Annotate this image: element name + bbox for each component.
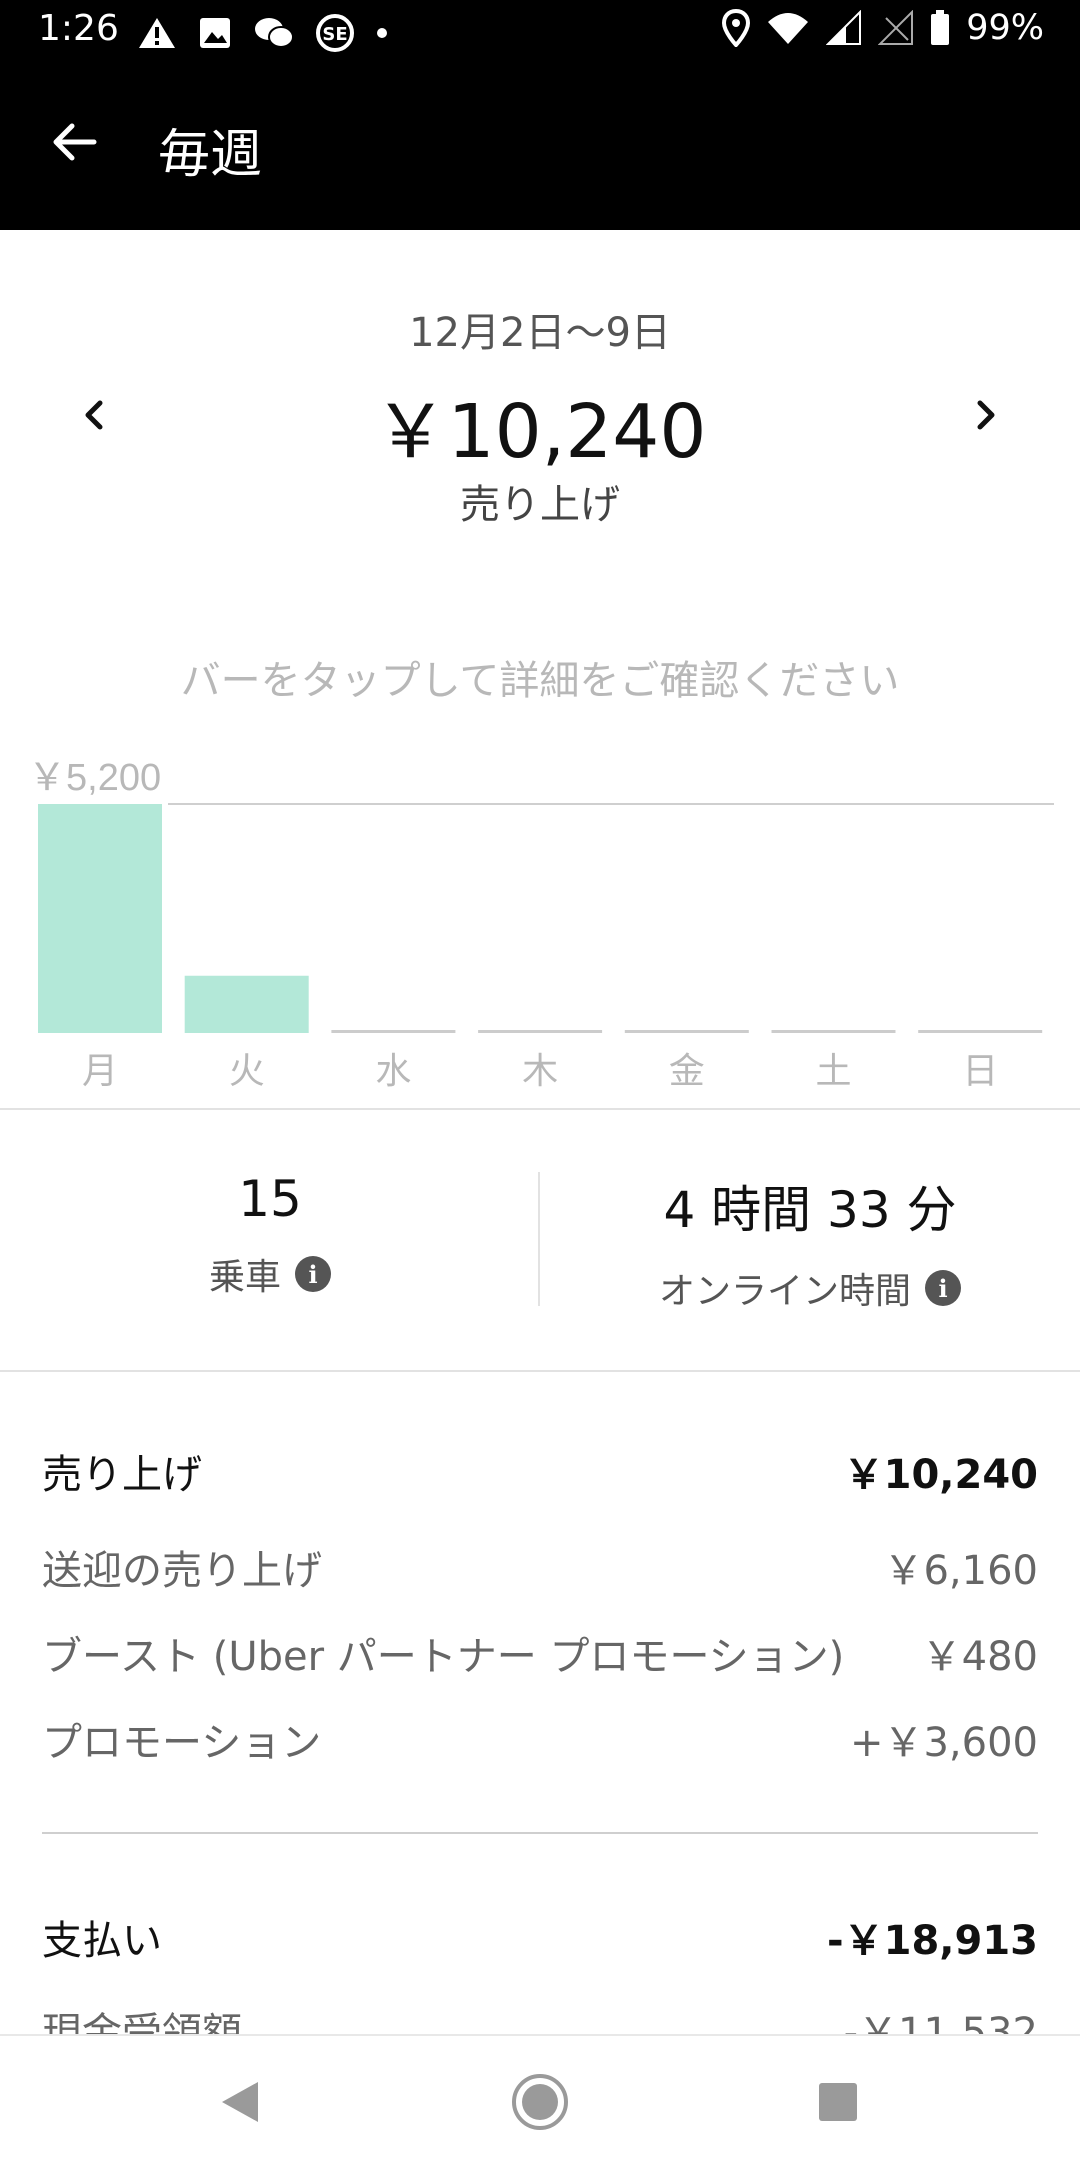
item-label: ブースト (Uber パートナー プロモーション) <box>42 1634 845 1680</box>
next-week-button[interactable] <box>956 385 1016 445</box>
info-icon[interactable]: i <box>925 1270 961 1306</box>
trips-value: 15 <box>238 1170 302 1228</box>
location-icon <box>722 9 751 47</box>
system-nav-bar <box>0 2034 1080 2160</box>
item-amount: +￥3,600 <box>849 1720 1038 1766</box>
nav-recents-button[interactable] <box>808 2072 868 2132</box>
app-icon: SE <box>316 14 354 52</box>
dot-icon <box>377 28 387 38</box>
earnings-item-boost[interactable]: ブースト (Uber パートナー プロモーション) ￥480 <box>42 1624 1038 1682</box>
divider <box>0 1370 1080 1372</box>
warning-icon <box>139 18 175 48</box>
page-title: 毎週 <box>158 125 263 185</box>
status-time: 1:26 <box>38 8 119 49</box>
status-bar: 1:26 SE 99% <box>0 0 1080 64</box>
online-time-label: オンライン時間 <box>658 1271 911 1312</box>
item-label: 送迎の売り上げ <box>42 1548 322 1594</box>
section-divider <box>42 1832 1038 1834</box>
battery-level: 99% <box>966 8 1044 48</box>
item-amount: ￥6,160 <box>883 1548 1038 1594</box>
chart-bar[interactable] <box>478 1030 603 1033</box>
back-button[interactable] <box>44 112 104 172</box>
total-earnings: ￥10,240 <box>373 389 707 475</box>
info-icon[interactable]: i <box>295 1256 331 1292</box>
circle-home-icon <box>512 2074 568 2130</box>
divider <box>0 1108 1080 1110</box>
online-time-stat: 4 時間 33 分 オンライン時間 i <box>560 1170 1060 1314</box>
earnings-row[interactable]: 売り上げ ￥10,240 <box>42 1442 1038 1500</box>
chart-bar[interactable] <box>918 1030 1043 1033</box>
nav-back-button[interactable] <box>210 2072 270 2132</box>
payout-row[interactable]: 支払い -￥18,913 <box>42 1908 1038 1966</box>
chart-bar[interactable] <box>331 1030 456 1033</box>
chart-tick-label: 木 <box>522 1051 558 1092</box>
earnings-item-promotion[interactable]: プロモーション +￥3,600 <box>42 1710 1038 1768</box>
svg-text:SE: SE <box>322 24 347 45</box>
status-left-icons: SE <box>138 14 388 52</box>
chart-bar[interactable] <box>38 804 162 1033</box>
online-time-value: 4 時間 33 分 <box>663 1181 957 1239</box>
status-right-icons: 99% <box>722 8 1044 48</box>
app-bar: 毎週 <box>0 64 1080 230</box>
total-earnings-label: 売り上げ <box>460 482 620 528</box>
chart-tick-label: 火 <box>229 1051 265 1092</box>
item-label: プロモーション <box>42 1720 322 1766</box>
trips-stat: 15 乗車 i <box>40 1170 500 1300</box>
chart-bar[interactable] <box>184 975 309 1033</box>
earnings-label: 売り上げ <box>42 1452 202 1498</box>
nav-home-button[interactable] <box>510 2072 570 2132</box>
square-recents-icon <box>819 2083 857 2121</box>
payout-label: 支払い <box>42 1918 162 1964</box>
stats-separator <box>538 1172 540 1306</box>
date-range: 12月2日〜9日 <box>409 310 671 356</box>
online-time-label-row: オンライン時間 i <box>560 1262 1060 1314</box>
chart-tick-label: 月 <box>82 1051 118 1092</box>
wechat-icon <box>255 18 294 48</box>
arrow-left-icon <box>53 123 97 161</box>
wifi-icon <box>768 13 809 44</box>
signal-empty-icon <box>878 10 914 45</box>
chart-tick-label: 水 <box>375 1051 411 1092</box>
chart-hint: バーをタップして詳細をご確認ください <box>180 658 900 704</box>
earnings-amount: ￥10,240 <box>843 1452 1038 1498</box>
chevron-right-icon <box>977 400 995 430</box>
payout-amount: -￥18,913 <box>827 1918 1038 1964</box>
chart-bar[interactable] <box>771 1030 896 1033</box>
earnings-item-fares[interactable]: 送迎の売り上げ ￥6,160 <box>42 1538 1038 1596</box>
reference-label: ￥5,200 <box>28 757 161 799</box>
chart-tick-label: 日 <box>962 1051 998 1092</box>
chart-svg: ￥5,200 月 火 水 木 金 土 日 <box>28 757 1054 1092</box>
chart-tick-label: 金 <box>669 1051 705 1092</box>
chart-tick-label: 土 <box>815 1051 851 1092</box>
item-amount: ￥480 <box>921 1634 1038 1680</box>
triangle-back-icon <box>222 2082 258 2122</box>
trips-label: 乗車 <box>208 1257 281 1298</box>
trips-label-row: 乗車 i <box>40 1248 500 1300</box>
battery-icon <box>931 10 950 45</box>
signal-icon <box>826 10 862 45</box>
image-icon <box>200 18 230 48</box>
daily-earnings-chart: ￥5,200 月 火 水 木 金 土 日 <box>0 750 1080 1100</box>
chart-bar[interactable] <box>624 1030 749 1033</box>
